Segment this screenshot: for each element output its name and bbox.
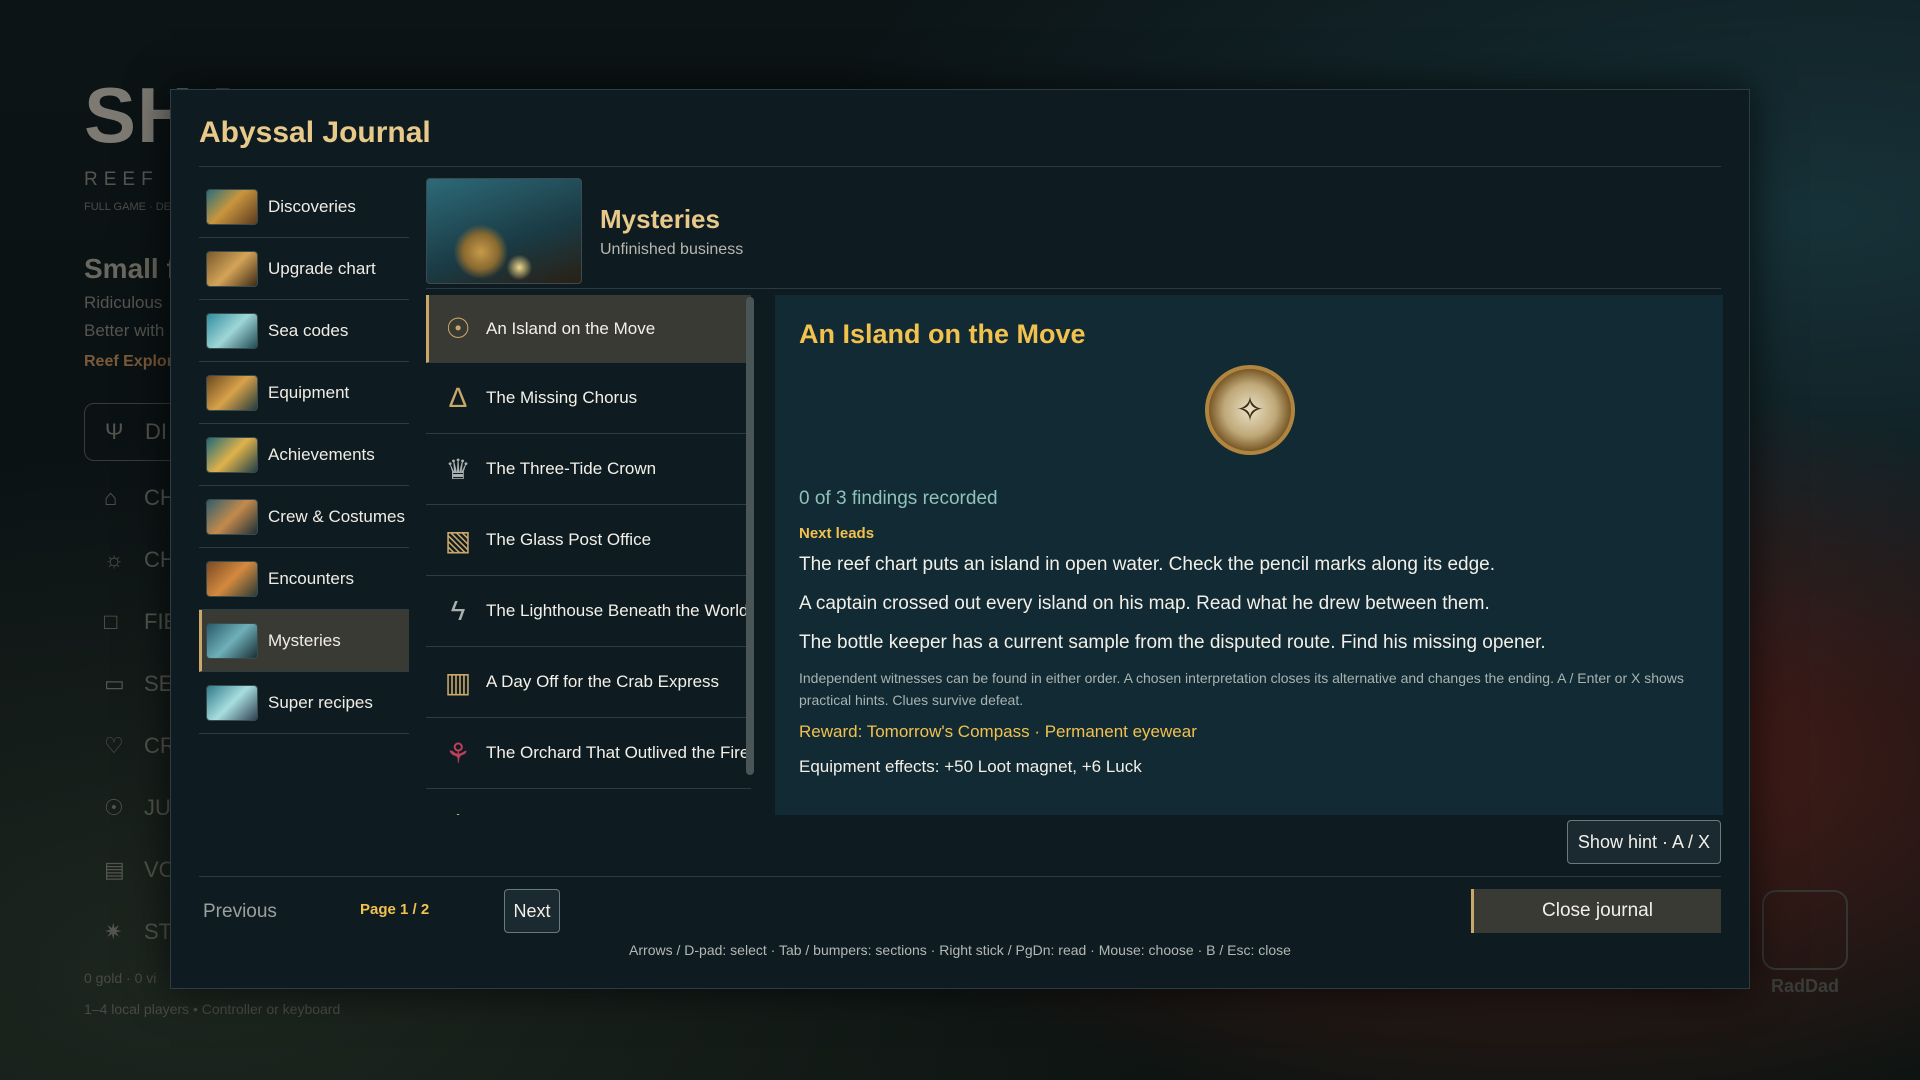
divider [199, 876, 1721, 877]
journal-sections-sidebar: Discoveries Upgrade chart Sea codes Equi… [199, 176, 409, 734]
lead-item: The reef chart puts an island in open wa… [799, 554, 1496, 575]
next-leads-label: Next leads [799, 525, 875, 542]
helmet-icon: ⌂ [104, 485, 118, 510]
bg-menu-item-label: DI [145, 419, 167, 444]
list-item-label: The Lighthouse Beneath the World [486, 601, 749, 620]
list-item[interactable]: ♛ The Three-Tide Crown [426, 434, 751, 505]
next-page-button[interactable]: Next [504, 889, 560, 933]
sidebar-item-label: Equipment [268, 382, 350, 402]
sidebar-item-label: Crew & Costumes [268, 506, 405, 526]
crew-thumbnail [206, 498, 258, 535]
lead-item: The bottle keeper has a current sample f… [799, 632, 1546, 653]
sidebar-item-achievements[interactable]: Achievements [199, 424, 409, 486]
mystery-title: An Island on the Move [799, 319, 1086, 349]
gamepad-icon: ▭ [104, 671, 125, 696]
achievements-thumbnail [206, 436, 258, 473]
robot-logo-icon [1762, 890, 1848, 970]
bg-menu-item-label: JU [144, 795, 171, 820]
list-item-label: The Missing Chorus [486, 388, 638, 407]
sidebar-item-label: Discoveries [268, 196, 356, 216]
key-icon: ⚷ [438, 808, 478, 816]
star-icon: ✷ [104, 919, 123, 944]
sidebar-item-discoveries[interactable]: Discoveries [199, 176, 409, 238]
studio-logo-text: RadDad [1770, 976, 1839, 996]
mystery-list: ☉ An Island on the Move ∆ The Missing Chor… [426, 295, 751, 815]
mysteries-banner-image [426, 178, 582, 284]
bg-menu-item-label: ST [144, 919, 173, 944]
list-scrollbar[interactable] [746, 297, 754, 775]
compass-icon: ☉ [445, 313, 471, 344]
discoveries-thumbnail [206, 188, 258, 225]
sidebar-item-upgrade-chart[interactable]: Upgrade chart [199, 238, 409, 300]
divider [199, 166, 1721, 167]
book-icon: ▥ [444, 666, 472, 698]
trident-icon: Ψ [105, 419, 124, 444]
list-item[interactable]: ⚷ [426, 789, 751, 816]
abyssal-journal-dialog: Abyssal Journal Discoveries Upgrade char… [170, 89, 1750, 989]
super-recipes-thumbnail [206, 684, 258, 721]
chest-icon: ▤ [104, 857, 125, 882]
mystery-note: Independent witnesses can be found in ei… [799, 670, 1684, 708]
sidebar-item-label: Mysteries [268, 630, 341, 650]
previous-page-button[interactable]: Previous [203, 890, 277, 934]
compass-icon: ✧ [1205, 365, 1295, 455]
list-item[interactable]: ⚘ The Orchard That Outlived the Fire [426, 718, 751, 789]
heart-icon: ♡ [104, 733, 124, 758]
background-footer: 1–4 local players • Controller or keyboa… [84, 1001, 341, 1017]
list-item[interactable]: ▧ The Glass Post Office [426, 505, 751, 576]
list-item[interactable]: ϟ The Lighthouse Beneath the World [426, 576, 751, 647]
crown-icon: ♛ [445, 453, 471, 485]
sidebar-item-equipment[interactable]: Equipment [199, 362, 409, 424]
section-title: Mysteries [600, 203, 720, 234]
list-item-label: An Island on the Move [486, 318, 656, 338]
list-item-label: The Orchard That Outlived the Fire [486, 743, 750, 762]
upgrade-chart-thumbnail [206, 250, 258, 287]
sidebar-item-mysteries[interactable]: Mysteries [199, 610, 409, 672]
sidebar-item-super-recipes[interactable]: Super recipes [199, 672, 409, 734]
sidebar-item-label: Sea codes [268, 320, 349, 340]
sidebar-item-label: Encounters [268, 568, 354, 588]
close-journal-button[interactable]: Close journal [1471, 889, 1721, 933]
studio-logo: RadDad [1750, 890, 1860, 997]
list-item-label: The Three-Tide Crown [486, 459, 657, 478]
lightning-icon: ϟ [450, 595, 466, 626]
section-header: Mysteries Unfinished business [426, 178, 743, 284]
sun-icon: ☼ [104, 547, 125, 572]
sidebar-item-label: Super recipes [268, 692, 373, 712]
sea-codes-thumbnail [206, 312, 258, 349]
list-item[interactable]: ∆ The Missing Chorus [426, 363, 751, 434]
list-item[interactable]: ☉ An Island on the Move [426, 295, 751, 363]
sidebar-item-encounters[interactable]: Encounters [199, 548, 409, 610]
controls-help: Arrows / D-pad: select · Tab / bumpers: … [629, 942, 1291, 958]
section-subtitle: Unfinished business [600, 240, 744, 258]
list-item-label: The Glass Post Office [486, 530, 652, 549]
shell-icon: ☉ [104, 795, 124, 820]
bell-icon: ∆ [449, 382, 467, 413]
sidebar-item-label: Upgrade chart [268, 258, 376, 278]
map-icon: ▧ [444, 524, 472, 556]
flower-icon: ⚘ [445, 737, 471, 769]
divider [426, 288, 1721, 289]
bg-menu-item-label: SE [144, 671, 174, 696]
sidebar-item-label: Achievements [268, 444, 375, 464]
journal-title: Abyssal Journal [199, 116, 431, 149]
section-header-text: Mysteries Unfinished business [600, 204, 743, 259]
sidebar-item-crew-costumes[interactable]: Crew & Costumes [199, 486, 409, 548]
sidebar-item-sea-codes[interactable]: Sea codes [199, 300, 409, 362]
list-item-label: A Day Off for the Crab Express [486, 672, 720, 691]
leads-list: The reef chart puts an island in open wa… [799, 552, 1699, 669]
reward-text: Reward: Tomorrow's Compass · Permanent e… [799, 722, 1197, 741]
mysteries-thumbnail [206, 622, 258, 659]
lead-item: A captain crossed out every island on hi… [799, 593, 1490, 614]
findings-progress: 0 of 3 findings recorded [799, 488, 998, 509]
equipment-effects: Equipment effects: +50 Loot magnet, +6 L… [799, 757, 1142, 776]
list-item[interactable]: ▥ A Day Off for the Crab Express [426, 647, 751, 718]
encounters-thumbnail [206, 560, 258, 597]
page-indicator: Page 1 / 2 [360, 901, 430, 918]
show-hint-button[interactable]: Show hint · A / X [1566, 820, 1721, 864]
mystery-detail-panel: An Island on the Move ✧ 0 of 3 findings … [775, 295, 1723, 815]
equipment-thumbnail [206, 374, 258, 411]
background-stats: 0 gold · 0 vi [84, 970, 157, 986]
map-icon: □ [104, 609, 118, 634]
